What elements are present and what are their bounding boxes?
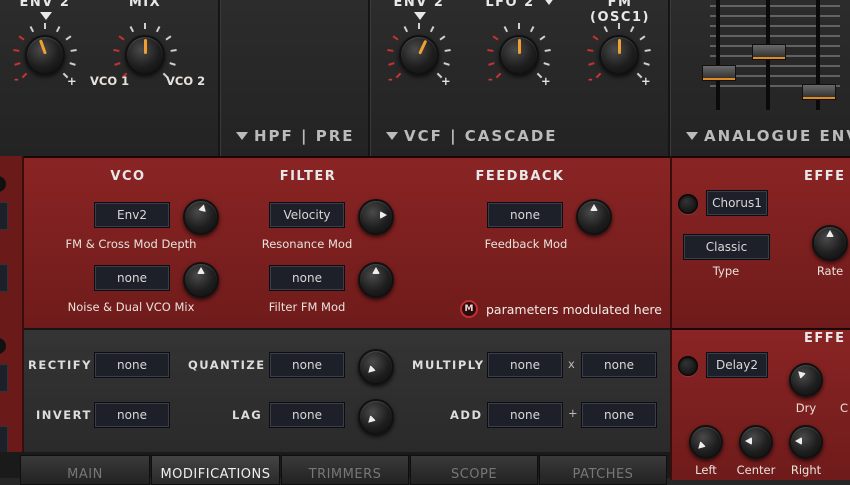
plus-label: + bbox=[441, 74, 451, 88]
rectify-source[interactable]: none bbox=[94, 352, 170, 378]
effects1-type-caption: Type bbox=[712, 264, 740, 278]
lag-label: LAG bbox=[232, 408, 263, 422]
quantize-amount-knob[interactable] bbox=[358, 349, 394, 385]
add-symbol: + bbox=[568, 406, 578, 420]
effects2-center-caption: Center bbox=[736, 463, 776, 477]
fm-osc1-knob[interactable] bbox=[599, 35, 639, 75]
add-source-a[interactable]: none bbox=[487, 402, 563, 428]
effects2-dry-caption: Dry bbox=[795, 401, 817, 415]
vco-fm-mod-caption: FM & Cross Mod Depth bbox=[65, 237, 197, 251]
lfo2-knob-label: LFO 2 bbox=[485, 0, 555, 10]
feedback-section-title: FEEDBACK bbox=[475, 169, 565, 184]
filter-section-title: FILTER bbox=[279, 169, 337, 184]
effects1-preset-selector[interactable]: Classic bbox=[683, 234, 770, 260]
dropdown-arrow-icon bbox=[386, 132, 398, 140]
env2-vcf-knob[interactable] bbox=[399, 35, 439, 75]
divider bbox=[218, 0, 220, 156]
decay-fader-handle[interactable] bbox=[752, 44, 786, 60]
vco-fm-mod-amount-knob[interactable] bbox=[183, 199, 219, 235]
filter-resonance-mod-source[interactable]: Velocity bbox=[269, 202, 345, 228]
lag-source[interactable]: none bbox=[269, 402, 345, 428]
filter-fm-mod-knob[interactable] bbox=[358, 262, 394, 298]
effects2-dry-knob[interactable] bbox=[789, 363, 823, 397]
envelope-mode-selector[interactable]: ANALOGUE ENV bbox=[686, 127, 850, 145]
rectify-label: RECTIFY bbox=[28, 358, 92, 372]
effects2-cut-caption: C bbox=[840, 401, 849, 415]
multiply-source-b[interactable]: none bbox=[581, 352, 657, 378]
effects2-left-knob[interactable] bbox=[689, 425, 723, 459]
effects2-center-knob[interactable] bbox=[739, 425, 773, 459]
effects1-enable-toggle[interactable] bbox=[678, 194, 698, 214]
minus-label: - bbox=[588, 72, 593, 86]
feedback-mod-knob[interactable] bbox=[576, 199, 612, 235]
filter-resonance-mod-knob[interactable] bbox=[358, 199, 394, 235]
effects2-right-caption: Right bbox=[790, 463, 822, 477]
divider bbox=[368, 0, 370, 156]
divider bbox=[668, 0, 670, 156]
effects1-title: EFFE bbox=[804, 169, 846, 184]
vco-mix-mod-caption: Noise & Dual VCO Mix bbox=[67, 300, 195, 314]
vco-section-title: VCO bbox=[110, 169, 146, 184]
invert-label: INVERT bbox=[36, 408, 92, 422]
feedback-mod-source[interactable]: none bbox=[487, 202, 563, 228]
filter-resonance-mod-caption: Resonance Mod bbox=[261, 237, 353, 251]
dropdown-arrow-icon bbox=[686, 132, 698, 140]
lag-amount-knob[interactable] bbox=[358, 399, 394, 435]
effects2-type-selector[interactable]: Delay2 bbox=[706, 352, 768, 378]
tab-scope[interactable]: SCOPE bbox=[410, 455, 538, 485]
vco1-label: VCO 1 bbox=[90, 74, 130, 88]
edge-box bbox=[0, 364, 8, 392]
plus-label: + bbox=[541, 74, 551, 88]
effects1-rate-knob[interactable] bbox=[812, 225, 848, 261]
vco-mix-mod-source[interactable]: none bbox=[94, 265, 170, 291]
attack-fader-handle[interactable] bbox=[702, 65, 736, 81]
quantize-label: QUANTIZE bbox=[188, 358, 266, 372]
multiply-source-a[interactable]: none bbox=[487, 352, 563, 378]
vco2-label: VCO 2 bbox=[166, 74, 206, 88]
feedback-mod-caption: Feedback Mod bbox=[484, 237, 568, 251]
plus-label: + bbox=[67, 74, 77, 88]
lfo2-knob[interactable] bbox=[499, 35, 539, 75]
edge-box bbox=[0, 202, 8, 230]
minus-label: - bbox=[488, 72, 493, 86]
invert-source[interactable]: none bbox=[94, 402, 170, 428]
plus-label: + bbox=[641, 74, 651, 88]
effects1-rate-caption: Rate bbox=[816, 264, 844, 278]
hpf-mode-selector[interactable]: HPF | PRE bbox=[236, 127, 355, 145]
effects1-type-selector[interactable]: Chorus1 bbox=[706, 190, 768, 216]
modulated-legend-text: parameters modulated here bbox=[486, 302, 662, 317]
sustain-fader-handle[interactable] bbox=[802, 84, 836, 100]
env2-amount-knob[interactable] bbox=[25, 35, 65, 75]
effects2-right-knob[interactable] bbox=[789, 425, 823, 459]
filter-fm-mod-caption: Filter FM Mod bbox=[268, 300, 346, 314]
filter-fm-mod-source[interactable]: none bbox=[269, 265, 345, 291]
minus-label: - bbox=[388, 72, 393, 86]
quantize-source[interactable]: none bbox=[269, 352, 345, 378]
tab-modifications[interactable]: MODIFICATIONS bbox=[151, 455, 280, 485]
mix-knob[interactable] bbox=[125, 35, 165, 75]
vco-mix-mod-amount-knob[interactable] bbox=[183, 262, 219, 298]
dropdown-arrow-icon bbox=[236, 132, 248, 140]
add-label: ADD bbox=[450, 408, 483, 422]
operations-panel bbox=[0, 328, 670, 456]
mix-knob-label: MIX bbox=[128, 0, 162, 10]
multiply-label: MULTIPLY bbox=[412, 358, 485, 372]
tab-trimmers[interactable]: TRIMMERS bbox=[281, 455, 409, 485]
minus-label: - bbox=[14, 72, 19, 86]
effects2-title: EFFE bbox=[804, 331, 846, 346]
modulated-indicator-icon: M bbox=[460, 300, 478, 318]
tab-patches[interactable]: PATCHES bbox=[539, 455, 667, 485]
vco-fm-mod-source[interactable]: Env2 bbox=[94, 202, 170, 228]
vcf-mode-selector[interactable]: VCF | CASCADE bbox=[386, 127, 558, 145]
tab-main[interactable]: MAIN bbox=[20, 455, 150, 485]
effects2-enable-toggle[interactable] bbox=[678, 356, 698, 376]
effects2-left-caption: Left bbox=[695, 463, 717, 477]
edge-box bbox=[0, 264, 8, 292]
multiply-symbol: x bbox=[568, 357, 575, 371]
edge-box bbox=[0, 426, 8, 454]
add-source-b[interactable]: none bbox=[581, 402, 657, 428]
